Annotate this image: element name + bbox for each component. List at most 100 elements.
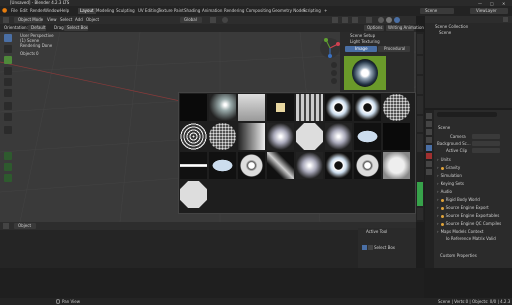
timeline-editor-icon[interactable] [3, 223, 9, 229]
active-tool-header[interactable]: Active Tool [366, 230, 387, 234]
outliner-filter-icon[interactable] [503, 17, 508, 22]
light-tool-icon[interactable] [4, 140, 12, 148]
texture-thumbnail-dots[interactable] [209, 123, 236, 150]
properties-render-tab-icon[interactable] [426, 121, 432, 127]
menu-select[interactable]: Select [60, 18, 72, 22]
add-workspace-icon[interactable]: + [324, 8, 327, 13]
workspace-tab-compositing[interactable]: Compositing [246, 9, 271, 13]
tab-procedural[interactable]: Procedural [378, 46, 410, 52]
workspace-tab-rendering[interactable]: Rendering [224, 9, 244, 13]
properties-panel-audio[interactable]: › Audio [437, 190, 495, 196]
shading-material-icon[interactable] [386, 17, 392, 23]
select-box-mode-icon-2[interactable] [368, 245, 373, 250]
texture-thumbnail-strip[interactable] [180, 152, 207, 179]
zoom-icon[interactable] [331, 62, 337, 68]
properties-collection-tab-icon[interactable] [426, 161, 432, 167]
sidebar-tab-item[interactable] [417, 34, 423, 54]
texture-thumbnail-diamond[interactable] [267, 152, 294, 179]
texture-thumbnail-softbox[interactable] [267, 94, 294, 121]
gizmo-icon[interactable] [342, 17, 348, 23]
menu-window[interactable]: Window [44, 9, 60, 13]
texture-thumbnail-soft[interactable] [383, 152, 410, 179]
texture-thumbnail-disc[interactable] [238, 152, 265, 179]
texture-thumbnail-rect[interactable] [354, 123, 381, 150]
shading-rendered-icon[interactable] [394, 17, 400, 23]
extra-tool-3-icon[interactable] [4, 174, 12, 182]
tab-image[interactable]: Image [345, 46, 377, 52]
texture-thumbnail-glow[interactable] [296, 152, 323, 179]
texture-thumbnail-ring[interactable] [325, 94, 352, 121]
texture-thumbnail-glow[interactable] [267, 123, 294, 150]
properties-panel-units[interactable]: › Units [437, 158, 495, 164]
properties-panel-rigid-body-world[interactable]: › Rigid Body World [437, 198, 495, 204]
properties-view-layer-tab-icon[interactable] [426, 137, 432, 143]
orientation-dropdown[interactable]: Default [28, 25, 46, 31]
snap-icon[interactable] [210, 17, 216, 23]
rotate-tool-icon[interactable] [4, 67, 12, 75]
mode-dropdown[interactable]: Object Mode [14, 17, 43, 23]
menu-add[interactable]: Add [75, 18, 83, 22]
custom-properties-header[interactable]: Custom Properties [440, 254, 477, 258]
cursor-tool-icon[interactable] [4, 45, 12, 53]
annotate-tool-icon[interactable] [4, 102, 12, 110]
sidebar-tab-tool[interactable] [417, 56, 423, 74]
texture-thumbnail-ring[interactable] [325, 152, 352, 179]
workspace-tab-modeling[interactable]: Modeling [96, 9, 114, 13]
selected-texture-preview[interactable] [344, 56, 386, 90]
menu-edit[interactable]: Edit [20, 9, 28, 13]
properties-section-title[interactable]: Scene [438, 126, 450, 130]
scene-setup-header[interactable]: Scene Setup [350, 34, 375, 38]
workspace-tab-layout[interactable]: Layout [78, 8, 96, 14]
scale-tool-icon[interactable] [4, 78, 12, 86]
workspace-tab-geometry-nodes[interactable]: Geometry Nodes [272, 9, 306, 13]
scene-selector[interactable]: Scene [420, 8, 454, 14]
scene-collection-label[interactable]: Scene Collection [435, 25, 468, 29]
xray-icon[interactable] [366, 17, 372, 23]
properties-tool-tab-icon[interactable] [426, 113, 432, 119]
navigation-gizmo[interactable] [318, 36, 342, 60]
properties-search-input[interactable] [437, 112, 497, 117]
properties-panel-source-engine-export[interactable]: › Source Engine Export [437, 206, 495, 212]
workspace-tab-uv-editing[interactable]: UV Editing [138, 9, 159, 13]
properties-output-tab-icon[interactable] [426, 129, 432, 135]
measure-tool-icon[interactable] [4, 113, 12, 121]
view-layer-selector[interactable]: ViewLayer [470, 8, 508, 14]
texture-thumbnail-rings[interactable] [180, 123, 207, 150]
move-tool-icon[interactable] [4, 56, 12, 64]
camera-field[interactable] [472, 134, 500, 139]
menu-object[interactable]: Object [86, 18, 99, 22]
workspace-tab-sculpting[interactable]: Sculpting [116, 9, 135, 13]
writing-animation-button[interactable]: Writing Animation [386, 25, 424, 31]
drag-dropdown[interactable]: Select Box [64, 25, 88, 31]
properties-panel-gravity[interactable]: › Gravity [437, 166, 495, 172]
menu-file[interactable]: File [11, 9, 18, 13]
properties-world-tab-icon[interactable] [426, 153, 432, 159]
menu-help[interactable]: Help [60, 9, 69, 13]
texture-thumbnail-glow[interactable] [325, 123, 352, 150]
transform-tool-icon[interactable] [4, 89, 12, 97]
workspace-tab-animation[interactable]: Animation [202, 9, 222, 13]
overlay-icon[interactable] [352, 17, 358, 23]
texture-thumbnail-octagon[interactable] [180, 181, 207, 208]
menu-render[interactable]: Render [30, 9, 44, 13]
sidebar-tab-edit[interactable] [417, 134, 423, 152]
active-clip-field[interactable] [472, 148, 500, 153]
texture-thumbnail-dark[interactable] [180, 94, 207, 121]
menu-view[interactable]: View [47, 18, 57, 22]
properties-texture-tab-icon[interactable] [426, 169, 432, 175]
shading-solid-icon[interactable] [378, 17, 384, 23]
select-box-tool-icon[interactable] [4, 34, 12, 42]
transform-orientation-dropdown[interactable]: Global [180, 17, 202, 23]
workspace-tab-texture-paint[interactable]: Texture Paint [158, 9, 184, 13]
workspace-tab-scripting[interactable]: Scripting [303, 9, 321, 13]
texture-thumbnail-grid[interactable] [296, 94, 323, 121]
add-cube-tool-icon[interactable] [4, 126, 12, 134]
sidebar-tab-view[interactable] [417, 76, 423, 94]
texture-thumbnail-dots[interactable] [383, 94, 410, 121]
properties-scene-tab-icon[interactable] [426, 145, 432, 151]
editor-type-icon[interactable] [3, 17, 9, 23]
pan-icon[interactable] [331, 70, 337, 76]
camera-view-icon[interactable] [331, 78, 337, 84]
sidebar-tab-photographer[interactable] [417, 182, 423, 206]
properties-panel-source-engine-qc-compiles[interactable]: › Source Engine QC Compiles [437, 222, 501, 228]
